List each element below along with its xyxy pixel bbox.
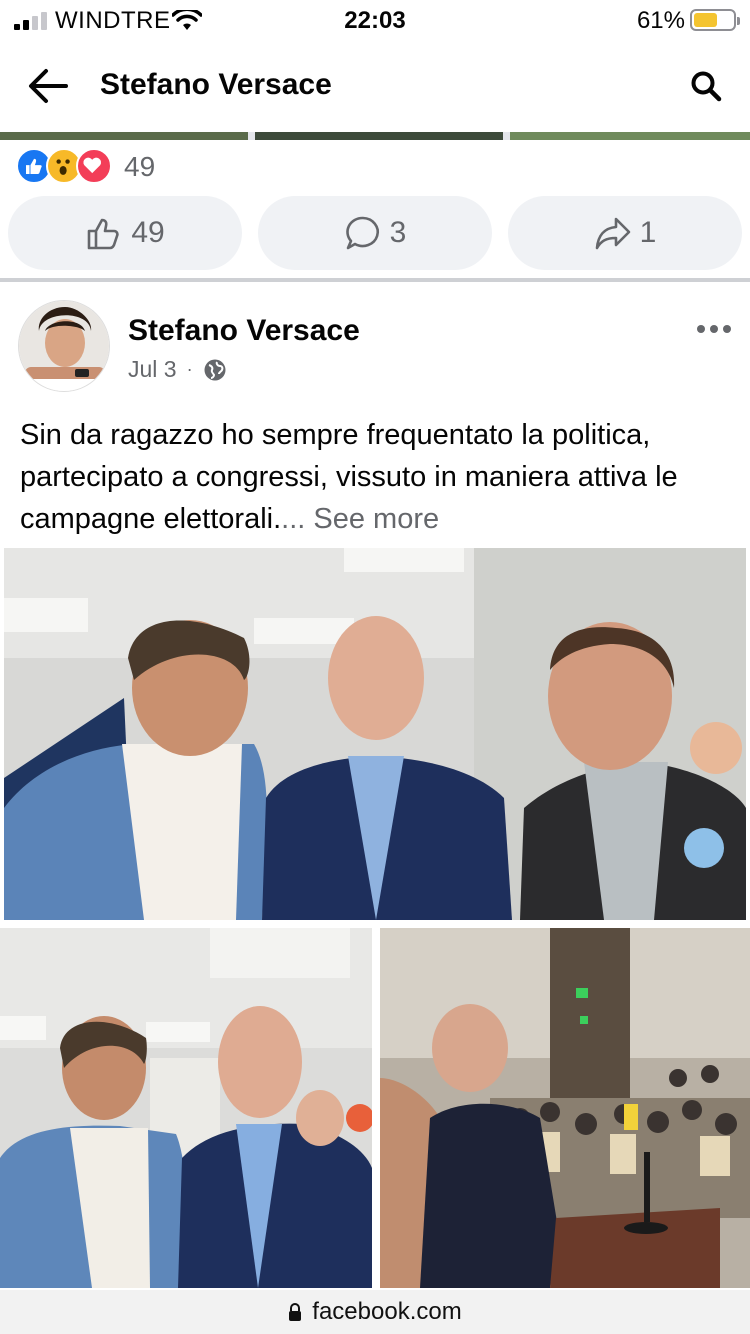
comment-button[interactable]: 3: [258, 196, 492, 270]
battery-icon: [690, 9, 740, 31]
battery-level-fill: [694, 13, 717, 27]
previous-post-photo-strip[interactable]: [0, 132, 750, 140]
thumbs-up-icon: [88, 218, 119, 250]
post-text: Sin da ragazzo ho sempre frequentato la …: [20, 414, 736, 540]
post-photo-main[interactable]: [4, 548, 746, 920]
back-arrow-icon[interactable]: [26, 66, 70, 106]
reactions-summary[interactable]: 49: [16, 148, 316, 184]
more-options-icon[interactable]: [696, 322, 732, 336]
author-avatar[interactable]: [18, 300, 110, 392]
see-more-link[interactable]: ... See more: [281, 503, 439, 535]
meta-separator: ·: [186, 359, 193, 379]
like-count: 49: [131, 216, 165, 249]
globe-icon: [204, 359, 226, 380]
page-header: Stefano Versace: [0, 44, 750, 128]
post-photo-left[interactable]: [0, 928, 372, 1288]
search-icon[interactable]: [690, 70, 722, 102]
post-meta: Jul 3 ·: [128, 356, 227, 383]
page-title: Stefano Versace: [100, 68, 332, 101]
battery-percent: 61%: [636, 7, 685, 34]
reaction-count: 49: [124, 151, 156, 182]
post-date[interactable]: Jul 3: [128, 356, 177, 383]
comment-count: 3: [389, 216, 407, 249]
url-text: facebook.com: [312, 1298, 462, 1325]
like-button[interactable]: 49: [8, 196, 242, 270]
post-photo-right[interactable]: [380, 928, 750, 1288]
post-actions: 49 3 1: [0, 196, 750, 272]
status-bar: WINDTRE 22:03 61%: [0, 0, 750, 40]
post-divider: [0, 278, 750, 282]
share-count: 1: [639, 216, 657, 249]
share-button[interactable]: 1: [508, 196, 742, 270]
lock-icon: [289, 1303, 302, 1321]
browser-url-bar[interactable]: facebook.com: [0, 1290, 750, 1334]
love-reaction-icon: [76, 148, 112, 184]
comment-bubble-icon: [345, 216, 379, 250]
share-arrow-icon: [595, 217, 630, 250]
post-author-name[interactable]: Stefano Versace: [128, 314, 360, 348]
